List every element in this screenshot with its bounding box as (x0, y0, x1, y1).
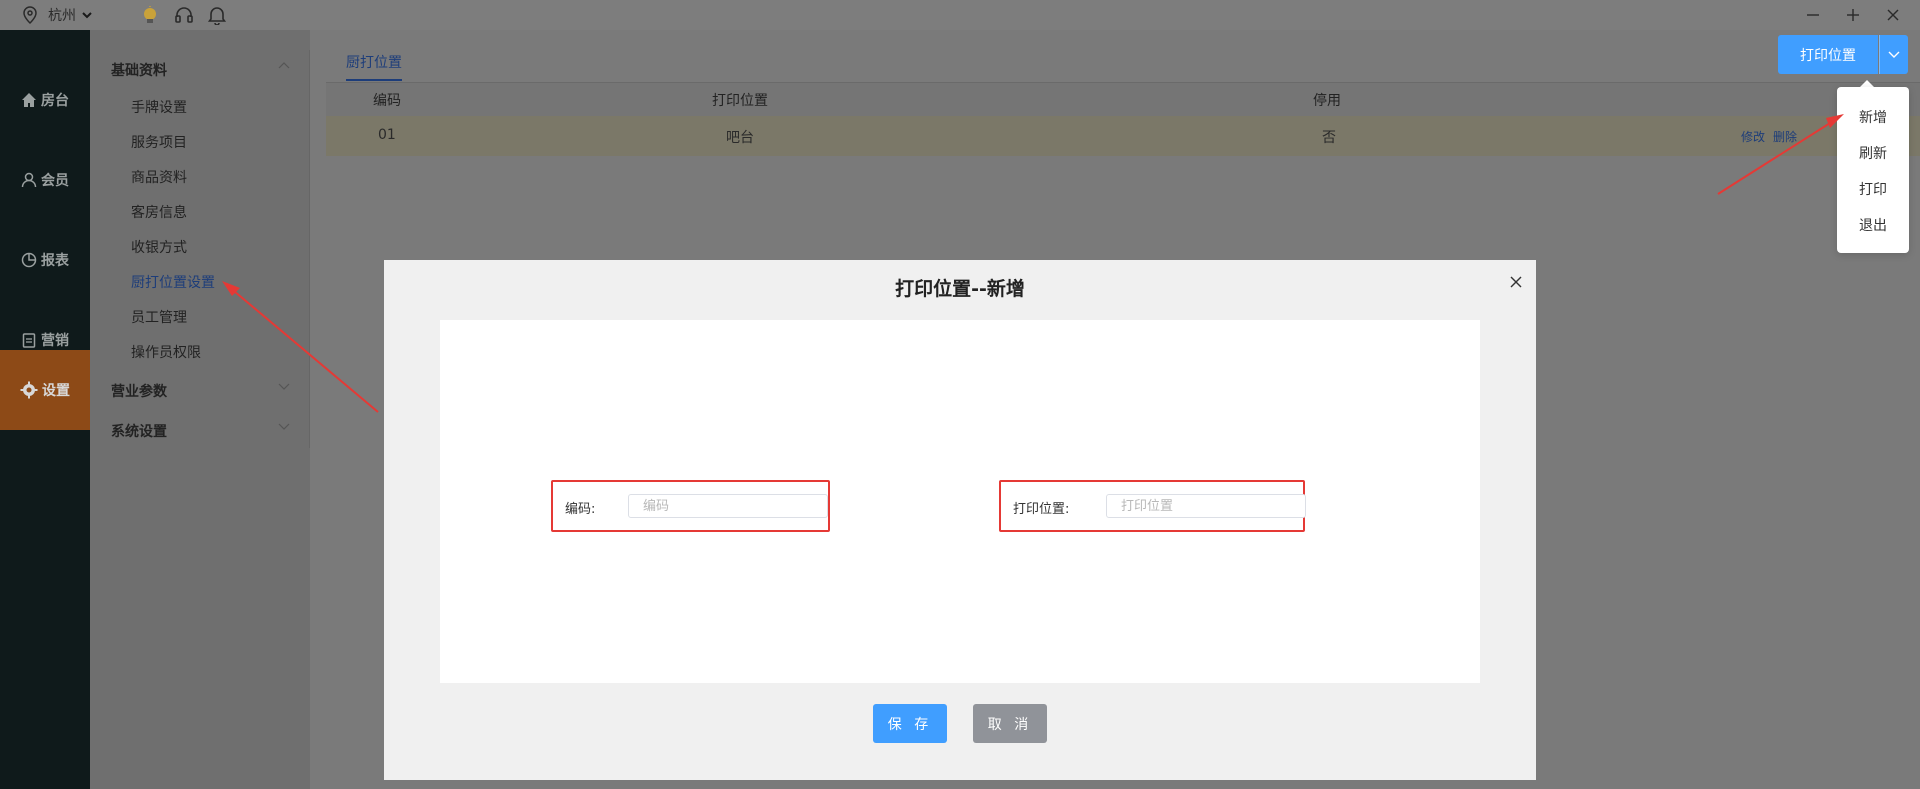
close-icon[interactable] (1506, 272, 1526, 292)
tab-underline (346, 79, 402, 81)
save-button[interactable]: 保 存 (873, 704, 947, 743)
print-location-button[interactable]: 打印位置 (1778, 35, 1878, 74)
settings-menu (90, 30, 310, 789)
menu-item-payment[interactable]: 收银方式 (131, 237, 187, 257)
dropdown-item-print[interactable]: 打印 (1837, 179, 1909, 199)
cell-disabled: 否 (1322, 130, 1336, 146)
bell-icon[interactable] (208, 5, 226, 25)
table-row[interactable] (326, 116, 1920, 156)
minimize-icon[interactable] (1804, 6, 1822, 24)
menu-group-system[interactable]: 系统设置 (111, 421, 167, 441)
table-header (326, 82, 1920, 116)
cell-code: 01 (378, 127, 396, 143)
menu-item-operator-permission[interactable]: 操作员权限 (131, 342, 201, 362)
pie-chart-icon (21, 252, 37, 268)
delete-link[interactable]: 删除 (1773, 128, 1797, 145)
code-input[interactable] (628, 494, 828, 518)
code-label: 编码: (565, 502, 596, 517)
maximize-icon[interactable] (1844, 6, 1862, 24)
column-header-location: 打印位置 (712, 93, 768, 109)
nav-item-member[interactable]: 会员 (0, 140, 90, 220)
menu-item-staff[interactable]: 员工管理 (131, 307, 187, 327)
menu-group-business-params[interactable]: 营业参数 (111, 381, 167, 401)
chevron-down-icon[interactable] (278, 420, 290, 434)
nav-item-fangtai[interactable]: 房台 (0, 60, 90, 140)
nav-label: 报表 (41, 253, 69, 269)
column-header-code: 编码 (373, 93, 401, 109)
nav-label: 房台 (41, 93, 69, 109)
nav-label: 会员 (41, 173, 69, 189)
location-pin-icon (23, 6, 37, 24)
chevron-up-icon[interactable] (278, 58, 290, 72)
chevron-down-icon (1888, 51, 1900, 58)
lightbulb-icon[interactable] (140, 5, 160, 25)
nav-label: 设置 (42, 383, 70, 399)
menu-item-service[interactable]: 服务项目 (131, 132, 187, 152)
title-bar: 杭州 (0, 0, 1920, 30)
edit-link[interactable]: 修改 (1741, 128, 1765, 145)
city-label: 杭州 (48, 8, 76, 24)
cell-location: 吧台 (726, 130, 754, 146)
home-icon (22, 93, 36, 107)
menu-item-goods[interactable]: 商品资料 (131, 167, 187, 187)
chevron-down-icon[interactable] (278, 380, 290, 394)
nav-item-report[interactable]: 报表 (0, 220, 90, 300)
menu-item-hand-tag[interactable]: 手牌设置 (131, 97, 187, 117)
close-window-icon[interactable] (1884, 6, 1902, 24)
action-dropdown: 新增 刷新 打印 退出 (1837, 87, 1909, 253)
tab-kitchen-print[interactable]: 厨打位置 (346, 52, 402, 72)
add-print-location-dialog: 打印位置--新增 编码: 打印位置: 保 存 取 消 (384, 260, 1536, 780)
headset-icon[interactable] (174, 5, 194, 25)
location-label: 打印位置: (1013, 502, 1070, 517)
menu-item-kitchen-print[interactable]: 厨打位置设置 (131, 272, 215, 292)
menu-group-basic-data[interactable]: 基础资料 (111, 60, 167, 80)
cancel-button[interactable]: 取 消 (973, 704, 1047, 743)
column-header-disabled: 停用 (1313, 93, 1341, 109)
nav-item-settings[interactable]: 设置 (0, 350, 90, 430)
dropdown-item-exit[interactable]: 退出 (1837, 215, 1909, 235)
dropdown-item-add[interactable]: 新增 (1837, 107, 1909, 127)
dialog-title: 打印位置--新增 (895, 278, 1025, 300)
location-selector[interactable]: 杭州 (22, 5, 102, 25)
location-input[interactable] (1106, 494, 1306, 518)
menu-divider (309, 50, 310, 448)
dropdown-caret (1860, 80, 1874, 87)
print-dropdown-toggle[interactable] (1879, 35, 1908, 74)
dropdown-item-refresh[interactable]: 刷新 (1837, 143, 1909, 163)
chevron-down-icon (82, 12, 92, 19)
main-nav: 房台 会员 报表 营销 设置 (0, 30, 90, 789)
menu-item-room[interactable]: 客房信息 (131, 202, 187, 222)
gear-icon (20, 381, 38, 399)
dialog-body: 编码: 打印位置: (440, 320, 1480, 683)
user-icon (21, 172, 37, 188)
nav-label: 营销 (41, 333, 69, 349)
clipboard-icon (22, 333, 36, 348)
